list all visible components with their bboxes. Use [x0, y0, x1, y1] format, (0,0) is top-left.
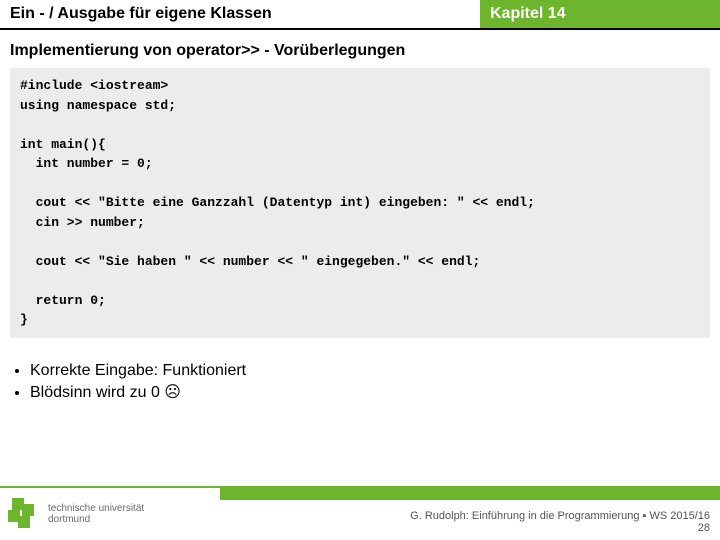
- slide-footer: technische universität dortmund G. Rudol…: [0, 488, 720, 540]
- university-logo: technische universität dortmund: [0, 488, 220, 540]
- header-title-right: Kapitel 14: [480, 0, 720, 28]
- slide-subtitle: Implementierung von operator>> - Vorüber…: [0, 30, 720, 68]
- bullet-item: Korrekte Eingabe: Funktioniert: [30, 362, 690, 380]
- header-title-left: Ein - / Ausgabe für eigene Klassen: [0, 0, 480, 28]
- page-number: 28: [410, 522, 710, 534]
- code-block: #include <iostream> using namespace std;…: [10, 68, 710, 338]
- credit-text: G. Rudolph: Einführung in die Programmie…: [410, 510, 710, 522]
- university-name-line2: dortmund: [48, 514, 144, 525]
- footer-credit: G. Rudolph: Einführung in die Programmie…: [410, 510, 710, 534]
- tu-logo-icon: [8, 498, 40, 530]
- university-name-line1: technische universität: [48, 503, 144, 514]
- university-name: technische universität dortmund: [48, 503, 144, 525]
- slide-header: Ein - / Ausgabe für eigene Klassen Kapit…: [0, 0, 720, 30]
- bullet-item: Blödsinn wird zu 0 ☹: [30, 382, 690, 402]
- bullet-list: Korrekte Eingabe: Funktioniert Blödsinn …: [0, 338, 720, 402]
